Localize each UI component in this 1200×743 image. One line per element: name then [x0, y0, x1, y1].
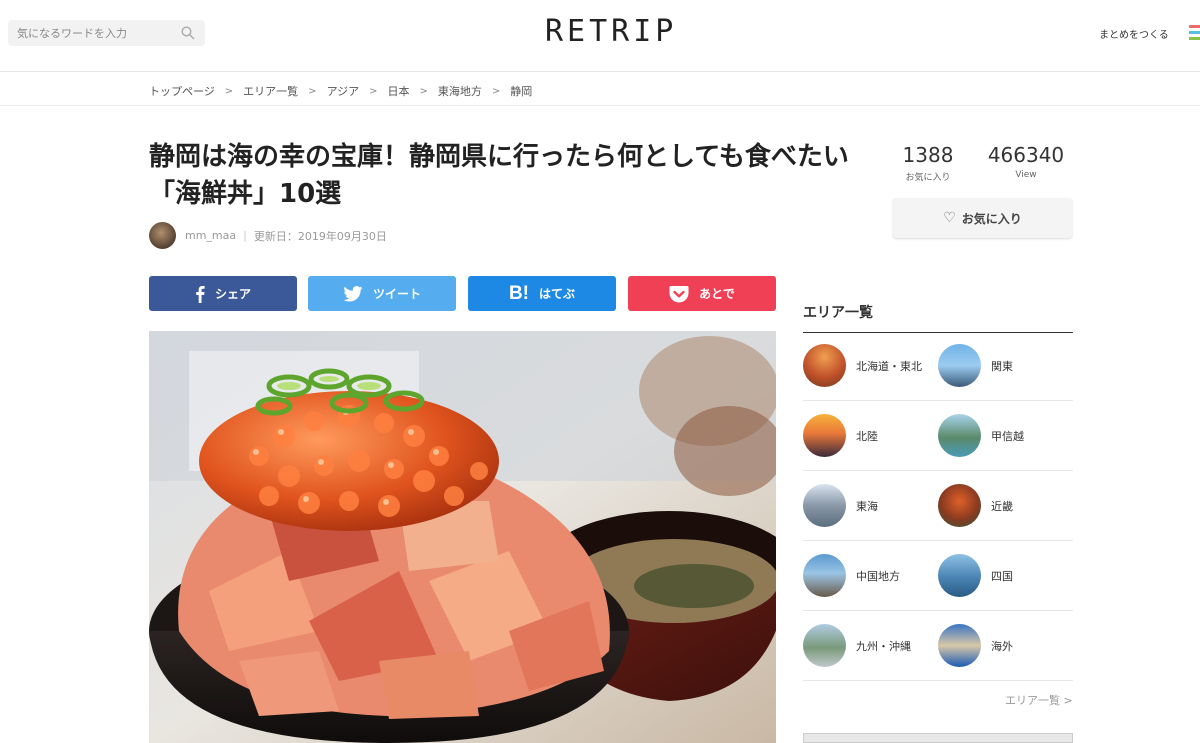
breadcrumb-item-areas[interactable]: エリア一覧 — [243, 83, 298, 99]
area-name: 中国地方 — [856, 569, 900, 583]
area-item-shikoku[interactable]: 四国 — [938, 554, 1073, 597]
search-icon[interactable] — [181, 26, 195, 40]
area-item-chugoku[interactable]: 中国地方 — [803, 554, 938, 597]
facebook-share-button[interactable]: シェア — [149, 276, 297, 311]
menu-bar — [1189, 25, 1200, 28]
updated-date: 更新日：2019年09月30日 — [253, 229, 387, 243]
facebook-icon — [195, 285, 205, 303]
menu-icon[interactable] — [1189, 25, 1200, 43]
twitter-icon — [343, 285, 363, 302]
area-name: 四国 — [991, 569, 1013, 583]
area-name: 北海道・東北 — [856, 359, 922, 373]
article-stats: 1388 お気に入り 466340 View — [893, 143, 1071, 183]
area-item-tokai[interactable]: 東海 — [803, 484, 938, 527]
meta-divider: | — [243, 229, 247, 242]
area-item-overseas[interactable]: 海外 — [938, 624, 1073, 667]
search-box[interactable] — [8, 20, 205, 46]
area-row: 東海 近畿 — [803, 471, 1073, 541]
seto-bridge-icon — [938, 554, 981, 597]
avatar[interactable] — [149, 222, 176, 249]
sunset-field-icon — [803, 414, 846, 457]
favorites-stat: 1388 お気に入り — [893, 143, 963, 183]
breadcrumb-separator: > — [369, 85, 378, 97]
menu-bar — [1189, 31, 1200, 34]
make-summary-link[interactable]: まとめをつくる — [1099, 26, 1169, 41]
add-favorite-label: お気に入り — [961, 211, 1022, 226]
views-count: 466340 — [987, 143, 1065, 167]
breadcrumb-separator: > — [224, 85, 234, 97]
fuji-reflection-icon — [803, 484, 846, 527]
views-label: View — [1015, 170, 1037, 180]
area-list-heading: エリア一覧 — [803, 302, 1073, 333]
hatena-bookmark-icon: B! — [508, 282, 530, 304]
autumn-lake-icon — [803, 344, 846, 387]
kintai-bridge-icon — [803, 554, 846, 597]
breadcrumb-separator: > — [419, 85, 428, 97]
twitter-share-button[interactable]: ツイート — [308, 276, 456, 311]
pocket-save-label: あとで — [699, 287, 735, 301]
author-name[interactable]: mm_maa — [185, 229, 236, 242]
favorites-label: お気に入り — [905, 173, 951, 183]
hatena-bookmark-label: はてぶ — [539, 287, 576, 301]
area-row: 中国地方 四国 — [803, 541, 1073, 611]
breadcrumb-separator: > — [308, 85, 317, 97]
area-item-kinki[interactable]: 近畿 — [938, 484, 1073, 527]
site-header: RETRIP まとめをつくる — [0, 0, 1200, 72]
views-stat: 466340 View — [981, 143, 1071, 183]
area-name: 東海 — [856, 499, 878, 513]
area-row: 北陸 甲信越 — [803, 401, 1073, 471]
volcano-coast-icon — [803, 624, 846, 667]
area-name: 近畿 — [991, 499, 1013, 513]
area-name: 甲信越 — [991, 429, 1024, 443]
area-name: 海外 — [991, 639, 1013, 653]
favorites-count: 1388 — [902, 143, 954, 167]
area-name: 九州・沖縄 — [856, 639, 911, 653]
area-list-more-link[interactable]: エリア一覧 > — [1005, 692, 1073, 708]
ad-banner[interactable] — [803, 733, 1073, 743]
breadcrumb-item-tokai[interactable]: 東海地方 — [438, 83, 482, 99]
breadcrumb-item-asia[interactable]: アジア — [327, 83, 360, 99]
pocket-icon — [669, 285, 689, 303]
area-item-koshinetsu[interactable]: 甲信越 — [938, 414, 1073, 457]
tokyo-tower-icon — [938, 344, 981, 387]
breadcrumb-separator: > — [491, 85, 501, 97]
area-list: 北海道・東北 関東 北陸 甲信越 東海 近畿 中国地方 四国 九州・沖縄 海外 — [803, 331, 1073, 681]
area-row: 九州・沖縄 海外 — [803, 611, 1073, 681]
area-name: 関東 — [991, 359, 1013, 373]
add-favorite-button[interactable]: ♡ お気に入り — [893, 198, 1072, 238]
kyoto-autumn-icon — [938, 484, 981, 527]
heart-icon: ♡ — [943, 210, 956, 226]
author-row: mm_maa | 更新日：2019年09月30日 — [149, 222, 387, 249]
breadcrumb-item-shizuoka[interactable]: 静岡 — [510, 83, 532, 99]
area-item-kyushu-okinawa[interactable]: 九州・沖縄 — [803, 624, 938, 667]
area-name: 北陸 — [856, 429, 878, 443]
coastal-city-icon — [938, 624, 981, 667]
article-title: 静岡は海の幸の宝庫！静岡県に行ったら何としても食べたい「海鮮丼」10選 — [149, 142, 849, 209]
breadcrumb-item-japan[interactable]: 日本 — [388, 83, 410, 99]
search-input[interactable] — [8, 20, 168, 46]
site-logo[interactable]: RETRIP — [545, 14, 675, 49]
twitter-share-label: ツイート — [372, 287, 421, 301]
pocket-save-button[interactable]: あとで — [628, 276, 776, 311]
area-item-hokkaido-tohoku[interactable]: 北海道・東北 — [803, 344, 938, 387]
menu-bar — [1189, 37, 1200, 40]
facebook-share-label: シェア — [214, 287, 251, 301]
area-row: 北海道・東北 関東 — [803, 331, 1073, 401]
hero-image — [149, 331, 776, 743]
mountain-lake-icon — [938, 414, 981, 457]
breadcrumb: トップページ > エリア一覧 > アジア > 日本 > 東海地方 > 静岡 — [0, 72, 1200, 106]
hatena-bookmark-button[interactable]: B! はてぶ — [468, 276, 616, 311]
area-item-kanto[interactable]: 関東 — [938, 344, 1073, 387]
breadcrumb-item-top[interactable]: トップページ — [149, 83, 215, 99]
area-item-hokuriku[interactable]: 北陸 — [803, 414, 938, 457]
